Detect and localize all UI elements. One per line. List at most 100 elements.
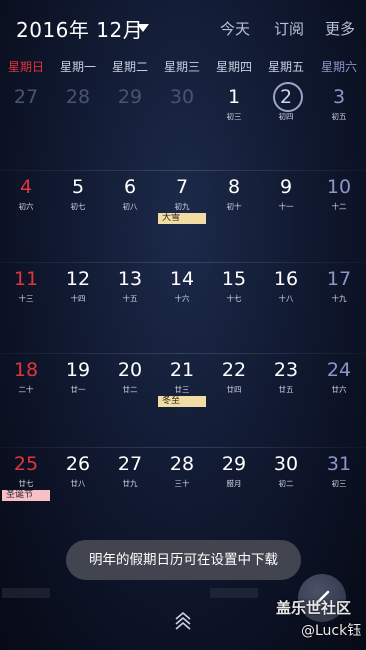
day-cell[interactable]: 24 廿六 <box>313 353 365 443</box>
lunar-date: 初三 <box>331 479 347 488</box>
ghost-event-bar <box>210 588 258 598</box>
day-cell[interactable]: 29 <box>104 80 156 170</box>
weekday-label: 星期一 <box>59 60 96 74</box>
day-number: 6 <box>123 176 137 198</box>
day-cell[interactable]: 21 廿三 冬至 <box>156 353 208 443</box>
day-number: 4 <box>19 176 33 198</box>
subscribe-button[interactable]: 订阅 <box>274 18 304 39</box>
chevron-up-double-icon[interactable] <box>171 608 195 632</box>
day-cell[interactable]: 9 十一 <box>260 170 312 260</box>
week-row: 4 初六 5 初七 6 初八 7 初九 大雪 8 初十 9 十一 10 十二 <box>0 170 366 260</box>
lunar-date: 十五 <box>122 294 138 303</box>
day-cell[interactable]: 11 十三 <box>0 262 52 352</box>
lunar-date: 廿一 <box>70 385 86 394</box>
day-cell[interactable]: 18 二十 <box>0 353 52 443</box>
day-cell[interactable]: 28 <box>52 80 104 170</box>
day-number: 29 <box>117 86 143 108</box>
watermark-title: 盖乐世社区 <box>276 599 352 617</box>
week-row: 25 廿七 圣诞节 26 廿八 27 廿九 28 三十 29 腊月 30 初二 31 初三 <box>0 447 366 537</box>
day-number: 9 <box>279 176 293 198</box>
more-button[interactable]: 更多 <box>325 18 355 39</box>
day-number: 29 <box>221 453 247 475</box>
day-cell[interactable]: 20 廿二 <box>104 353 156 443</box>
day-cell[interactable]: 27 廿九 <box>104 447 156 537</box>
lunar-date: 十三 <box>18 294 34 303</box>
day-cell[interactable]: 28 三十 <box>156 447 208 537</box>
day-cell[interactable]: 29 腊月 <box>208 447 260 537</box>
day-number: 27 <box>117 453 143 475</box>
day-cell[interactable]: 6 初八 <box>104 170 156 260</box>
day-number: 21 <box>169 359 195 381</box>
day-cell[interactable]: 1 初三 <box>208 80 260 170</box>
week-row: 27 28 29 30 1 初三 2 初四 3 初五 <box>0 80 366 170</box>
lunar-date: 廿六 <box>331 385 347 394</box>
day-number: 10 <box>326 176 352 198</box>
day-cell[interactable]: 22 廿四 <box>208 353 260 443</box>
day-cell[interactable]: 10 十二 <box>313 170 365 260</box>
lunar-date: 初十 <box>226 202 242 211</box>
lunar-date: 初八 <box>122 202 138 211</box>
day-number: 15 <box>221 268 247 290</box>
day-cell[interactable]: 5 初七 <box>52 170 104 260</box>
day-number: 12 <box>65 268 91 290</box>
today-button[interactable]: 今天 <box>220 18 250 39</box>
lunar-date: 初九 <box>174 202 190 211</box>
lunar-date: 廿四 <box>226 385 242 394</box>
day-cell[interactable]: 4 初六 <box>0 170 52 260</box>
day-cell[interactable]: 31 初三 <box>313 447 365 537</box>
day-cell[interactable]: 16 十八 <box>260 262 312 352</box>
top-bar: 2016年 12月 今天 订阅 更多 <box>0 0 366 54</box>
day-number: 18 <box>13 359 39 381</box>
day-number: 16 <box>273 268 299 290</box>
day-cell[interactable]: 23 廿五 <box>260 353 312 443</box>
lunar-date: 初四 <box>278 112 294 121</box>
day-cell-today[interactable]: 2 初四 <box>260 80 312 170</box>
week-row: 18 二十 19 廿一 20 廿二 21 廿三 冬至 22 廿四 23 廿五 24 廿六 <box>0 353 366 443</box>
lunar-date: 三十 <box>174 479 190 488</box>
day-cell[interactable]: 17 十九 <box>313 262 365 352</box>
day-cell[interactable]: 12 十四 <box>52 262 104 352</box>
day-cell[interactable]: 3 初五 <box>313 80 365 170</box>
day-number: 1 <box>227 86 241 108</box>
lunar-date: 廿二 <box>122 385 138 394</box>
day-cell[interactable]: 15 十七 <box>208 262 260 352</box>
lunar-date: 初五 <box>331 112 347 121</box>
event-label[interactable]: 大雪 <box>158 213 206 224</box>
day-number: 26 <box>65 453 91 475</box>
month-title[interactable]: 2016年 12月 <box>16 14 143 43</box>
lunar-date: 腊月 <box>226 479 242 488</box>
day-number: 31 <box>326 453 352 475</box>
day-number: 23 <box>273 359 299 381</box>
day-cell[interactable]: 13 十五 <box>104 262 156 352</box>
day-cell[interactable]: 19 廿一 <box>52 353 104 443</box>
day-number: 24 <box>326 359 352 381</box>
day-number: 2 <box>279 86 293 108</box>
day-cell[interactable]: 26 廿八 <box>52 447 104 537</box>
weekday-label: 星期二 <box>111 60 148 74</box>
lunar-date: 廿七 <box>18 479 34 488</box>
event-label[interactable]: 圣诞节 <box>2 490 50 501</box>
caret-down-icon[interactable] <box>137 24 149 32</box>
day-number: 5 <box>71 176 85 198</box>
week-row: 11 十三 12 十四 13 十五 14 十六 15 十七 16 十八 17 十九 <box>0 262 366 352</box>
weekday-label: 星期四 <box>215 60 252 74</box>
lunar-date: 十九 <box>331 294 347 303</box>
lunar-date: 十四 <box>70 294 86 303</box>
weekday-label: 星期三 <box>163 60 200 74</box>
day-number: 13 <box>117 268 143 290</box>
event-label[interactable]: 冬至 <box>158 396 206 407</box>
day-cell[interactable]: 30 <box>156 80 208 170</box>
day-cell[interactable]: 30 初二 <box>260 447 312 537</box>
day-number: 28 <box>169 453 195 475</box>
day-cell[interactable]: 8 初十 <box>208 170 260 260</box>
day-cell[interactable]: 7 初九 大雪 <box>156 170 208 260</box>
day-number: 17 <box>326 268 352 290</box>
day-cell[interactable]: 27 <box>0 80 52 170</box>
lunar-date: 初二 <box>278 479 294 488</box>
day-number: 28 <box>65 86 91 108</box>
day-number: 14 <box>169 268 195 290</box>
lunar-date: 十一 <box>278 202 294 211</box>
day-cell[interactable]: 14 十六 <box>156 262 208 352</box>
lunar-date: 二十 <box>18 385 34 394</box>
day-cell[interactable]: 25 廿七 圣诞节 <box>0 447 52 537</box>
